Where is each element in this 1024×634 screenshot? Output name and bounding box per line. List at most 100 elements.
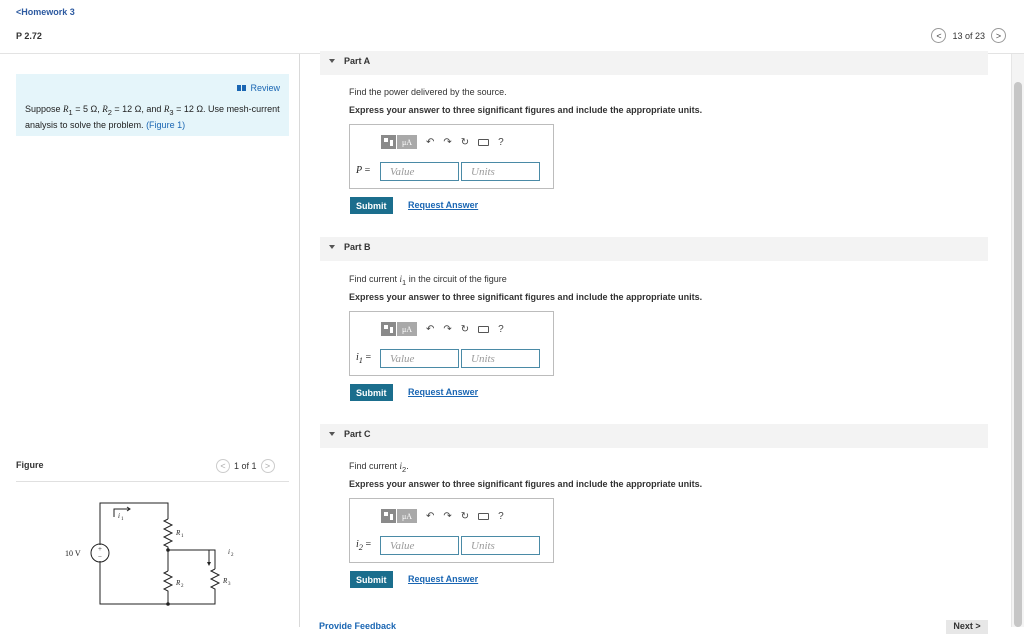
part-a-answer-box: μA ↶ ↷ ↻ ? P = Value Units: [349, 124, 554, 189]
part-c-input-row: i2 = Value Units: [356, 536, 540, 555]
figure-link[interactable]: (Figure 1): [146, 120, 185, 130]
next-problem-button[interactable]: >: [991, 28, 1006, 43]
reset-icon[interactable]: ↻: [461, 511, 469, 522]
next-button[interactable]: Next >: [946, 620, 988, 634]
part-a-variable: P =: [356, 165, 371, 176]
part-b-value-input[interactable]: Value: [380, 349, 459, 368]
i1-subscript: 1: [121, 517, 124, 522]
node-bottom: [166, 602, 170, 606]
scrollbar-thumb[interactable]: [1014, 82, 1022, 627]
part-b-request-answer-link[interactable]: Request Answer: [408, 387, 478, 397]
redo-icon[interactable]: ↷: [443, 324, 451, 335]
part-c-submit-button[interactable]: Submit: [350, 571, 393, 588]
r3-subscript: 3: [228, 582, 231, 587]
part-a-submit-button[interactable]: Submit: [350, 197, 393, 214]
part-c-answer-box: μA ↶ ↷ ↻ ? i2 = Value Units: [349, 498, 554, 563]
part-a-question: Find the power delivered by the source.: [349, 87, 507, 97]
next-figure-button[interactable]: >: [260, 459, 275, 473]
part-b-units-input[interactable]: Units: [461, 349, 540, 368]
reset-icon[interactable]: ↻: [461, 324, 469, 335]
part-c-question: Find current i2.: [349, 461, 409, 474]
undo-icon[interactable]: ↶: [426, 137, 434, 148]
wire-top: [99, 502, 169, 545]
wire-r3-top: [168, 549, 216, 569]
i1-label: i: [118, 512, 120, 520]
source-plus-sign: +: [98, 545, 102, 553]
redo-icon[interactable]: ↷: [443, 137, 451, 148]
part-b-input-row: i1 = Value Units: [356, 349, 540, 368]
part-a-header[interactable]: Part A: [320, 51, 988, 75]
reset-icon[interactable]: ↻: [461, 137, 469, 148]
part-c-units-input[interactable]: Units: [461, 536, 540, 555]
resistor-r1: [162, 518, 174, 550]
templates-icon[interactable]: [381, 135, 396, 149]
undo-icon[interactable]: ↶: [426, 324, 434, 335]
resistor-r2: [162, 570, 174, 594]
circuit-diagram: + − 10 V i 1 i 2 R 1 R 2 R 3: [65, 502, 234, 606]
source-minus-sign: −: [98, 553, 102, 561]
figure-pager: < 1 of 1 >: [216, 459, 275, 473]
part-a-request-answer-link[interactable]: Request Answer: [408, 200, 478, 210]
part-c-request-answer-link[interactable]: Request Answer: [408, 574, 478, 584]
part-b-variable: i1 =: [356, 352, 372, 365]
help-icon[interactable]: ?: [498, 511, 504, 522]
part-c-value-input[interactable]: Value: [380, 536, 459, 555]
figure-label: Figure: [16, 460, 44, 470]
part-a-input-row: P = Value Units: [356, 162, 540, 181]
r2-subscript: 2: [181, 584, 184, 589]
part-a-label: Part A: [344, 56, 371, 66]
i2-subscript: 2: [231, 553, 234, 558]
problem-title: P 2.72: [16, 31, 42, 41]
figure-pager-text: 1 of 1: [234, 461, 257, 471]
part-a-value-input[interactable]: Value: [380, 162, 459, 181]
problem-statement: Suppose R1 = 5 Ω, R2 = 12 Ω, and R3 = 12…: [25, 104, 280, 130]
keyboard-icon[interactable]: [478, 138, 490, 146]
redo-icon[interactable]: ↷: [443, 511, 451, 522]
templates-icon[interactable]: [381, 509, 396, 523]
help-icon[interactable]: ?: [498, 137, 504, 148]
part-b-submit-button[interactable]: Submit: [350, 384, 393, 401]
part-c-variable: i2 =: [356, 539, 372, 552]
provide-feedback-link[interactable]: Provide Feedback: [319, 621, 396, 631]
part-b-toolbar: μA ↶ ↷ ↻ ?: [381, 322, 504, 336]
part-c-label: Part C: [344, 429, 371, 439]
wire-r3-bottom: [168, 591, 216, 605]
problem-statement-box: Review Suppose R1 = 5 Ω, R2 = 12 Ω, and …: [16, 74, 289, 136]
part-b-question: Find current i1 in the circuit of the fi…: [349, 274, 507, 287]
figure-divider: [16, 481, 289, 482]
units-template-button[interactable]: μA: [397, 135, 417, 149]
source-label: 10 V: [65, 549, 81, 558]
collapse-caret-icon: [329, 432, 335, 436]
previous-figure-button[interactable]: <: [216, 459, 230, 473]
scrollbar-track[interactable]: [1011, 54, 1024, 627]
part-a-instruction: Express your answer to three significant…: [349, 105, 703, 115]
review-link[interactable]: Review: [237, 83, 280, 93]
templates-icon[interactable]: [381, 322, 396, 336]
keyboard-icon[interactable]: [478, 325, 490, 333]
review-icon: [237, 85, 247, 91]
undo-icon[interactable]: ↶: [426, 511, 434, 522]
keyboard-icon[interactable]: [478, 512, 490, 520]
help-icon[interactable]: ?: [498, 324, 504, 335]
units-template-button[interactable]: μA: [397, 509, 417, 523]
collapse-caret-icon: [329, 245, 335, 249]
part-a-units-input[interactable]: Units: [461, 162, 540, 181]
collapse-caret-icon: [329, 59, 335, 63]
part-c-header[interactable]: Part C: [320, 424, 988, 448]
back-to-homework-link[interactable]: <Homework 3: [16, 7, 75, 17]
part-c-toolbar: μA ↶ ↷ ↻ ?: [381, 509, 504, 523]
units-template-button[interactable]: μA: [397, 322, 417, 336]
review-link-label: Review: [250, 83, 280, 93]
resistor-r3: [209, 568, 221, 591]
part-b-instruction: Express your answer to three significant…: [349, 292, 703, 302]
r1-subscript: 1: [181, 534, 184, 539]
node-top: [166, 548, 170, 552]
part-b-answer-box: μA ↶ ↷ ↻ ? i1 = Value Units: [349, 311, 554, 376]
previous-problem-button[interactable]: <: [931, 28, 947, 43]
part-a-toolbar: μA ↶ ↷ ↻ ?: [381, 135, 504, 149]
i2-arrowhead: [207, 562, 211, 566]
part-b-label: Part B: [344, 242, 371, 252]
column-divider: [299, 54, 300, 627]
part-b-header[interactable]: Part B: [320, 237, 988, 261]
i2-label: i: [228, 548, 230, 556]
